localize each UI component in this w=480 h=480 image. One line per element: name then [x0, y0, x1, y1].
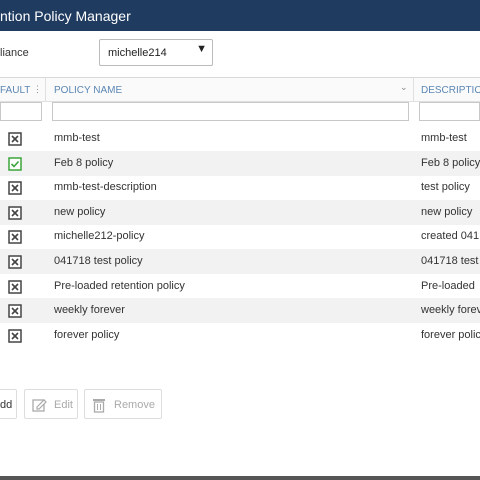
description-cell: created 041	[421, 230, 480, 243]
description-cell: Pre-loaded	[421, 279, 475, 292]
column-header-policy-name[interactable]: POLICY NAME	[54, 85, 122, 96]
checkbox-cross-icon	[8, 329, 22, 343]
chevron-down-icon[interactable]: ⌄	[400, 82, 408, 93]
checkbox-cross-icon	[8, 230, 22, 245]
policy-name-cell: mmb-test-description	[54, 181, 157, 194]
description-cell: mmb-test	[421, 132, 467, 144]
checkbox-cross-icon	[8, 304, 22, 318]
description-cell: Feb 8 policy	[421, 156, 480, 169]
remove-label: Remove	[114, 399, 155, 411]
filter-description-input[interactable]	[419, 102, 480, 121]
policy-name-cell: forever policy	[54, 328, 120, 341]
filter-policy-name-input[interactable]	[52, 102, 409, 121]
appliance-select[interactable]: michelle214 ▼	[99, 39, 213, 66]
table-row[interactable]: new policy new policy	[0, 199, 480, 225]
appliance-label: liance	[0, 47, 29, 59]
policy-name-cell: weekly forever	[54, 304, 125, 317]
policy-name-cell: new policy	[54, 205, 106, 218]
filter-default-input[interactable]	[0, 102, 42, 121]
table-row[interactable]: 041718 test policy 041718 test	[0, 249, 480, 274]
sort-icon[interactable]: ⋮	[33, 84, 42, 95]
table-row[interactable]: forever policy forever polic	[0, 323, 480, 348]
checkbox-cross-icon	[8, 132, 22, 146]
edit-label: Edit	[54, 399, 73, 411]
checkbox-cross-icon	[8, 181, 22, 195]
checkbox-checked-icon	[8, 156, 22, 171]
table-row[interactable]: Pre-loaded retention policy Pre-loaded	[0, 274, 480, 299]
description-cell: 041718 test	[421, 255, 479, 267]
table-row[interactable]: mmb-test mmb-test	[0, 126, 480, 151]
table-header: FAULT ⋮ POLICY NAME ⌄ DESCRIPTIO	[0, 78, 480, 102]
table-row[interactable]: weekly forever weekly forev	[0, 298, 480, 324]
checkbox-cross-icon	[8, 279, 22, 294]
add-button[interactable]: dd	[0, 389, 17, 419]
policy-name-cell: Feb 8 policy	[54, 156, 114, 169]
description-cell: test policy	[421, 181, 470, 194]
trash-icon	[93, 399, 105, 413]
checkbox-cross-icon	[8, 255, 22, 269]
edit-button[interactable]: Edit	[24, 389, 78, 419]
checkbox-cross-icon	[8, 206, 22, 220]
bottom-border	[0, 476, 480, 480]
policy-name-cell: michelle212-policy	[54, 230, 145, 243]
add-label: dd	[0, 399, 13, 411]
appliance-select-value: michelle214	[108, 47, 167, 59]
remove-button[interactable]: Remove	[84, 389, 162, 419]
table-row[interactable]: Feb 8 policy Feb 8 policy	[0, 150, 480, 176]
description-cell: new policy	[421, 205, 473, 218]
window-title: ntion Policy Manager	[0, 8, 131, 24]
table-row[interactable]: mmb-test-description test policy	[0, 175, 480, 200]
description-cell: forever polic	[421, 328, 480, 341]
description-cell: weekly forev	[421, 304, 480, 317]
chevron-down-icon: ▼	[196, 43, 207, 55]
column-header-default[interactable]: FAULT	[0, 85, 30, 96]
policy-name-cell: mmb-test	[54, 132, 100, 144]
column-header-description[interactable]: DESCRIPTIO	[421, 85, 480, 96]
policy-name-cell: 041718 test policy	[54, 255, 143, 267]
title-bar: ntion Policy Manager	[0, 0, 480, 31]
policy-name-cell: Pre-loaded retention policy	[54, 279, 185, 292]
edit-icon	[32, 399, 47, 412]
table-row[interactable]: michelle212-policy created 041	[0, 224, 480, 249]
